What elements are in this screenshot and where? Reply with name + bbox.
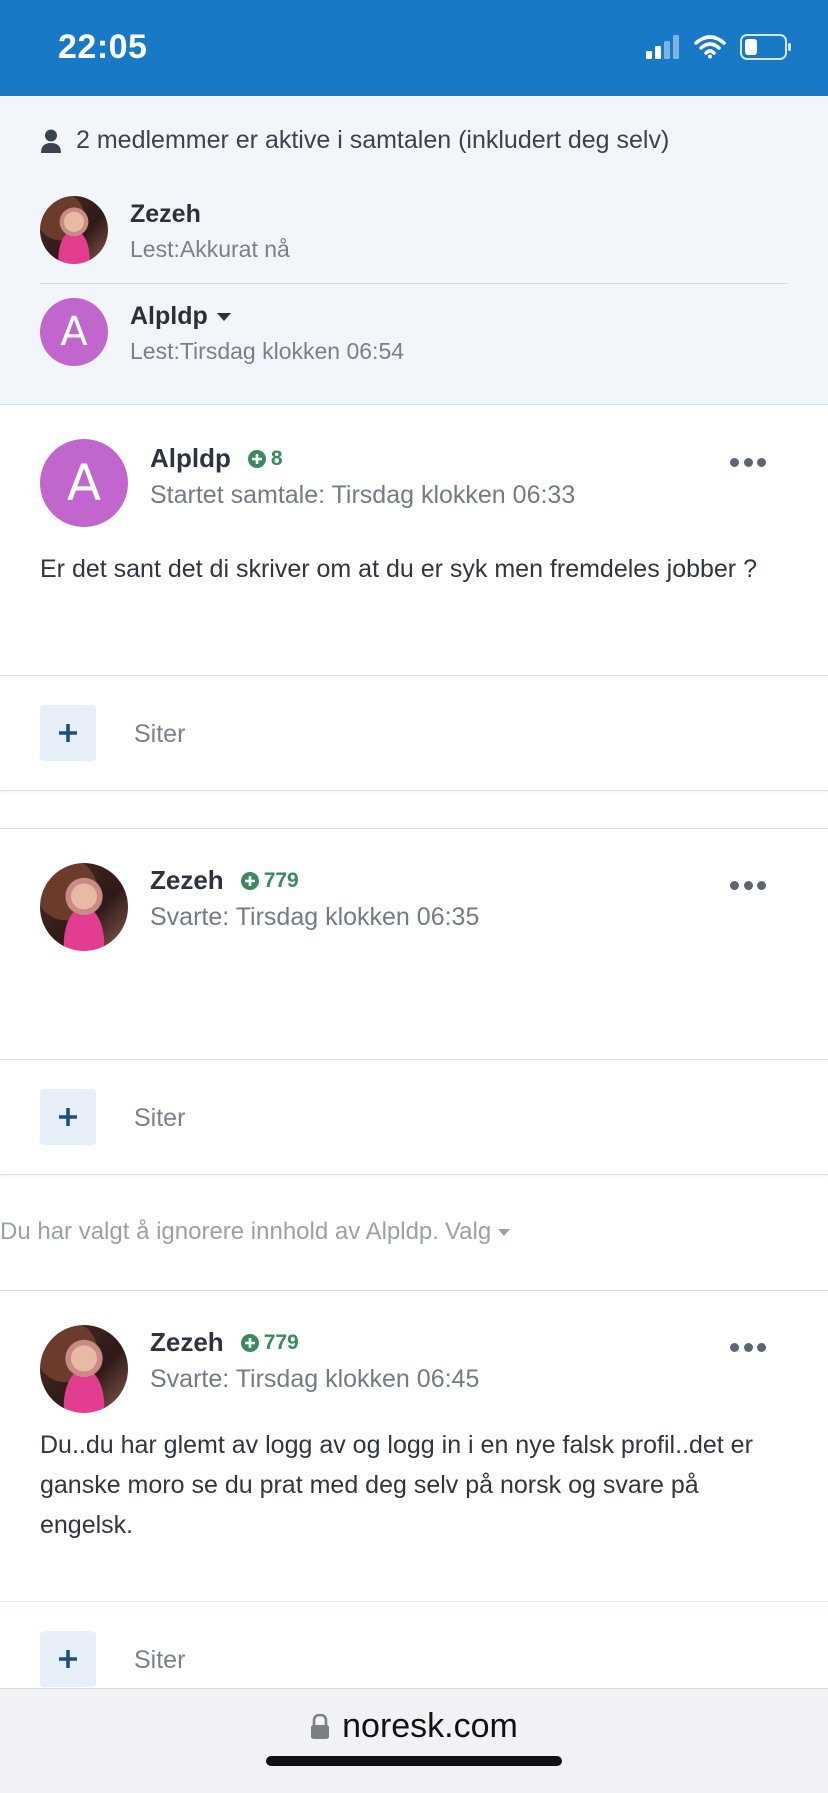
- quote-button[interactable]: [40, 1089, 96, 1145]
- member-read-status: Lest:Tirsdag klokken 06:54: [130, 338, 405, 364]
- message-author: Zezeh 779: [150, 865, 299, 896]
- member-name[interactable]: Alpldp: [130, 302, 232, 331]
- ignore-notice-text: Du har valgt å ignorere innhold av Alpld…: [0, 1218, 439, 1245]
- caret-down-icon[interactable]: [497, 1228, 511, 1237]
- url-text[interactable]: noresk.com: [342, 1707, 518, 1746]
- member-read-status: Lest:Akkurat nå: [130, 236, 290, 262]
- avatar[interactable]: [40, 196, 108, 264]
- status-time: 22:05: [58, 28, 148, 66]
- status-icons: [646, 33, 792, 65]
- author-name[interactable]: Zezeh: [150, 865, 224, 896]
- avatar[interactable]: [40, 1325, 128, 1413]
- plus-icon: [59, 1108, 77, 1126]
- message-card: Zezeh 779 Svarte: Tirsdag klokken 06:45 …: [0, 1290, 828, 1712]
- divider: [0, 1059, 828, 1060]
- avatar[interactable]: [40, 863, 128, 951]
- message-card: A Alpldp 8 Startet samtale: Tirsdag klok…: [0, 404, 828, 791]
- more-options-icon[interactable]: [730, 1341, 766, 1353]
- caret-down-icon[interactable]: [216, 312, 232, 322]
- quote-button[interactable]: [40, 705, 96, 761]
- message-body: Du..du har glemt av logg av og logg in i…: [40, 1431, 753, 1539]
- reaction-score[interactable]: 8: [247, 447, 283, 471]
- more-options-icon[interactable]: [730, 456, 766, 468]
- message-meta[interactable]: Svarte: Tirsdag klokken 06:35: [150, 903, 479, 932]
- member-item-alpldp[interactable]: A Alpldp Lest:Tirsdag klokken 06:54: [40, 288, 788, 378]
- quote-label[interactable]: Siter: [134, 720, 185, 749]
- member-name[interactable]: Zezeh: [130, 200, 201, 229]
- quote-label[interactable]: Siter: [134, 1646, 185, 1675]
- quote-button[interactable]: [40, 1631, 96, 1687]
- browser-url-bar[interactable]: noresk.com: [0, 1688, 828, 1793]
- user-icon: [41, 129, 61, 153]
- reaction-score[interactable]: 779: [240, 869, 299, 893]
- divider: [0, 675, 828, 676]
- message-card: Zezeh 779 Svarte: Tirsdag klokken 06:35 …: [0, 828, 828, 1175]
- wifi-icon: [694, 34, 726, 64]
- member-item-zezeh[interactable]: Zezeh Lest:Akkurat nå: [40, 186, 788, 276]
- ignore-notice: Du har valgt å ignorere innhold av Alpld…: [0, 1218, 511, 1246]
- active-members-text: 2 medlemmer er aktive i samtalen (inklud…: [76, 126, 670, 154]
- quote-label[interactable]: Siter: [134, 1104, 185, 1133]
- plus-circle-icon: [240, 871, 259, 890]
- plus-icon: [59, 724, 77, 742]
- avatar[interactable]: A: [40, 439, 128, 527]
- signal-icon: [646, 34, 680, 64]
- home-indicator[interactable]: [266, 1756, 562, 1766]
- status-bar: 22:05: [0, 0, 828, 96]
- message-body: Er det sant det di skriver om at du er s…: [40, 555, 757, 583]
- message-meta[interactable]: Svarte: Tirsdag klokken 06:45: [150, 1365, 479, 1394]
- plus-circle-icon: [240, 1333, 259, 1352]
- conversation-info-panel: 2 medlemmer er aktive i samtalen (inklud…: [0, 96, 828, 405]
- lock-icon: [311, 1713, 330, 1739]
- active-members-header: 2 medlemmer er aktive i samtalen (inklud…: [40, 126, 669, 155]
- divider: [40, 283, 788, 284]
- message-meta[interactable]: Startet samtale: Tirsdag klokken 06:33: [150, 481, 575, 510]
- message-author: Zezeh 779: [150, 1327, 299, 1358]
- author-name[interactable]: Zezeh: [150, 1327, 224, 1358]
- avatar[interactable]: A: [40, 298, 108, 366]
- message-author: Alpldp 8: [150, 443, 283, 474]
- battery-icon: [740, 33, 792, 65]
- author-name[interactable]: Alpldp: [150, 443, 231, 474]
- reaction-score[interactable]: 779: [240, 1331, 299, 1355]
- plus-circle-icon: [247, 449, 266, 468]
- options-link[interactable]: Valg: [445, 1218, 491, 1246]
- more-options-icon[interactable]: [730, 879, 766, 891]
- divider: [0, 1601, 828, 1602]
- url-display[interactable]: noresk.com: [0, 1707, 828, 1746]
- plus-icon: [59, 1650, 77, 1668]
